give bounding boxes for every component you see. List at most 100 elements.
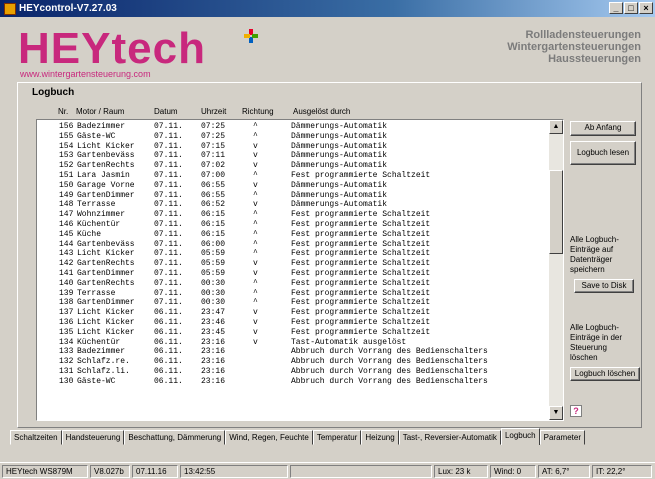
row-datum: 07.11. — [154, 229, 183, 239]
tab-heizung[interactable]: Heizung — [361, 430, 399, 445]
tab-schaltzeiten[interactable]: Schaltzeiten — [10, 430, 62, 445]
row-motor: Licht Kicker — [77, 317, 135, 327]
status-bar: HEYtech WS879M V8.027b 07.11.16 13:42:55… — [0, 462, 655, 479]
row-ausgeloest: Dämmerungs-Automatik — [291, 141, 388, 151]
tab-tast-reversier-automatik[interactable]: Tast-, Reversier-Automatik — [398, 430, 501, 445]
row-datum: 07.11. — [154, 249, 183, 259]
row-motor: Licht Kicker — [77, 141, 135, 151]
row-ausgeloest: Abbruch durch Vorrang des Bedienschalter… — [291, 366, 488, 376]
row-motor: Schlafz.li. — [77, 366, 130, 376]
column-header-datum: Datum — [154, 107, 178, 116]
row-nr: 142 — [59, 259, 74, 269]
row-nr: 150 — [59, 180, 74, 190]
logbook-row[interactable]: 151 Lara Jasmin 07.11. 07:00 ^ Fest programmi… — [37, 171, 547, 181]
logbook-row[interactable]: 141 GartenDimmer 07.11. 05:59 v Fest programm… — [37, 269, 547, 279]
vertical-scrollbar[interactable]: ▲ ▼ — [549, 120, 563, 420]
row-motor: GartenRechts — [77, 259, 135, 269]
row-datum: 07.11. — [154, 180, 183, 190]
row-motor: Gartenbeväss — [77, 151, 135, 161]
logbook-row[interactable]: 140 GartenRechts 07.11. 00:30 ^ Fest programm… — [37, 279, 547, 289]
logbook-row[interactable]: 146 Küchentür 07.11. 06:15 ^ Fest programmier… — [37, 220, 547, 230]
logbook-row[interactable]: 132 Schlafz.re. 06.11. 23:16 Abbruch durch V… — [37, 357, 547, 367]
scroll-up-icon[interactable]: ▲ — [549, 120, 563, 134]
logbook-row[interactable]: 143 Licht Kicker 07.11. 05:59 ^ Fest programm… — [37, 249, 547, 259]
scroll-down-icon[interactable]: ▼ — [549, 406, 563, 420]
row-motor: Gäste-WC — [77, 131, 116, 141]
tab-wind-regen-feuchte[interactable]: Wind, Regen, Feuchte — [225, 430, 313, 445]
row-motor: Küche — [77, 229, 102, 239]
row-datum: 07.11. — [154, 190, 183, 200]
logbook-row[interactable]: 136 Licht Kicker 06.11. 23:46 v Fest programm… — [37, 318, 547, 328]
logbook-row[interactable]: 144 Gartenbeväss 07.11. 06:00 ^ Fest programm… — [37, 240, 547, 250]
help-icon[interactable]: ? — [570, 405, 582, 417]
row-ausgeloest: Dämmerungs-Automatik — [291, 200, 388, 210]
row-motor: GartenDimmer — [77, 298, 135, 308]
tab-logbuch[interactable]: Logbuch — [500, 428, 540, 445]
row-nr: 136 — [59, 317, 74, 327]
delete-description-line: Alle Logbuch- — [570, 323, 619, 332]
row-datum: 06.11. — [154, 308, 183, 318]
row-datum: 07.11. — [154, 219, 183, 229]
tab-handsteuerung[interactable]: Handsteuerung — [61, 430, 125, 445]
logbook-row[interactable]: 149 GartenDimmer 07.11. 06:55 ^ Dämmerungs-Au… — [37, 191, 547, 201]
row-richtung: ^ — [253, 288, 258, 298]
logbook-row[interactable]: 134 Küchentür 06.11. 23:16 v Tast-Automatik a… — [37, 338, 547, 348]
minimize-button[interactable]: _ — [609, 2, 623, 14]
row-ausgeloest: Tast-Automatik ausgelöst — [291, 337, 407, 347]
logbook-row[interactable]: 137 Licht Kicker 06.11. 23:47 v Fest programm… — [37, 308, 547, 318]
logbook-row[interactable]: 130 Gäste-WC 06.11. 23:16 Abbruch durch Vorr… — [37, 377, 547, 387]
row-datum: 06.11. — [154, 376, 183, 386]
tab-beschattung-dämmerung[interactable]: Beschattung, Dämmerung — [124, 430, 226, 445]
logbook-row[interactable]: 147 Wohnzimmer 07.11. 06:15 ^ Fest programmie… — [37, 210, 547, 220]
logbook-row[interactable]: 142 GartenRechts 07.11. 05:59 v Fest programm… — [37, 259, 547, 269]
logbook-row[interactable]: 145 Küche 07.11. 06:15 ^ Fest programmierte S… — [37, 230, 547, 240]
row-motor: Licht Kicker — [77, 327, 135, 337]
row-uhrzeit: 06:55 — [201, 190, 226, 200]
logbook-row[interactable]: 156 Badezimmer 07.11. 07:25 ^ Dämmerungs-Auto… — [37, 122, 547, 132]
row-richtung: v — [253, 308, 258, 318]
logbook-row[interactable]: 139 Terrasse 07.11. 00:30 ^ Fest programmiert… — [37, 289, 547, 299]
row-ausgeloest: Fest programmierte Schaltzeit — [291, 308, 431, 318]
row-uhrzeit: 23:16 — [201, 357, 226, 367]
logbook-row[interactable]: 148 Terrasse 07.11. 06:52 v Dämmerungs-Automa… — [37, 200, 547, 210]
maximize-button[interactable]: □ — [624, 2, 638, 14]
logbook-row[interactable]: 131 Schlafz.li. 06.11. 23:16 Abbruch durch V… — [37, 367, 547, 377]
close-button[interactable]: × — [639, 2, 653, 14]
row-richtung: v — [253, 180, 258, 190]
save-to-disk-button[interactable]: Save to Disk — [574, 279, 634, 293]
tagline: Rollladensteuerungen Wintergartensteueru… — [507, 29, 641, 65]
tagline-line: Wintergartensteuerungen — [507, 41, 641, 53]
logbook-row[interactable]: 152 GartenRechts 07.11. 07:02 v Dämmerungs-Au… — [37, 161, 547, 171]
logbook-row[interactable]: 133 Badezimmer 06.11. 23:16 Abbruch durch Vo… — [37, 347, 547, 357]
logbook-row[interactable]: 155 Gäste-WC 07.11. 07:25 ^ Dämmerungs-Automa… — [37, 132, 547, 142]
save-description-line: Einträge auf — [570, 245, 614, 254]
app-header: HEYtech www.wintergartensteuerung.com Ro… — [0, 17, 655, 81]
ab-anfang-button[interactable]: Ab Anfang — [570, 121, 636, 136]
row-motor: Schlafz.re. — [77, 357, 130, 367]
row-motor: Badezimmer — [77, 347, 126, 357]
row-nr: 147 — [59, 210, 74, 220]
row-nr: 148 — [59, 200, 74, 210]
logbuch-lesen-button[interactable]: Logbuch lesen — [570, 141, 636, 165]
logbook-row[interactable]: 138 GartenDimmer 07.11. 00:30 ^ Fest programm… — [37, 298, 547, 308]
row-uhrzeit: 23:16 — [201, 337, 226, 347]
row-uhrzeit: 06:15 — [201, 229, 226, 239]
row-ausgeloest: Fest programmierte Schaltzeit — [291, 249, 431, 259]
logbook-row[interactable]: 153 Gartenbeväss 07.11. 07:11 v Dämmerungs-Au… — [37, 151, 547, 161]
row-datum: 07.11. — [154, 131, 183, 141]
row-richtung: v — [253, 268, 258, 278]
row-motor: Küchentür — [77, 337, 121, 347]
logbook-list[interactable]: 156 Badezimmer 07.11. 07:25 ^ Dämmerungs-Auto… — [36, 119, 564, 421]
tab-temperatur[interactable]: Temperatur — [312, 430, 362, 445]
row-nr: 138 — [59, 298, 74, 308]
logbook-row[interactable]: 135 Licht Kicker 06.11. 23:45 v Fest programm… — [37, 328, 547, 338]
logbuch-loeschen-button[interactable]: Logbuch löschen — [570, 367, 640, 381]
row-nr: 137 — [59, 308, 74, 318]
row-datum: 07.11. — [154, 239, 183, 249]
row-ausgeloest: Fest programmierte Schaltzeit — [291, 170, 431, 180]
tab-parameter[interactable]: Parameter — [539, 430, 585, 445]
logbook-row[interactable]: 154 Licht Kicker 07.11. 07:15 v Dämmerungs-Au… — [37, 142, 547, 152]
logbook-row[interactable]: 150 Garage Vorne 07.11. 06:55 v Dämmerungs-Au… — [37, 181, 547, 191]
row-ausgeloest: Fest programmierte Schaltzeit — [291, 317, 431, 327]
scroll-thumb[interactable] — [549, 170, 563, 254]
